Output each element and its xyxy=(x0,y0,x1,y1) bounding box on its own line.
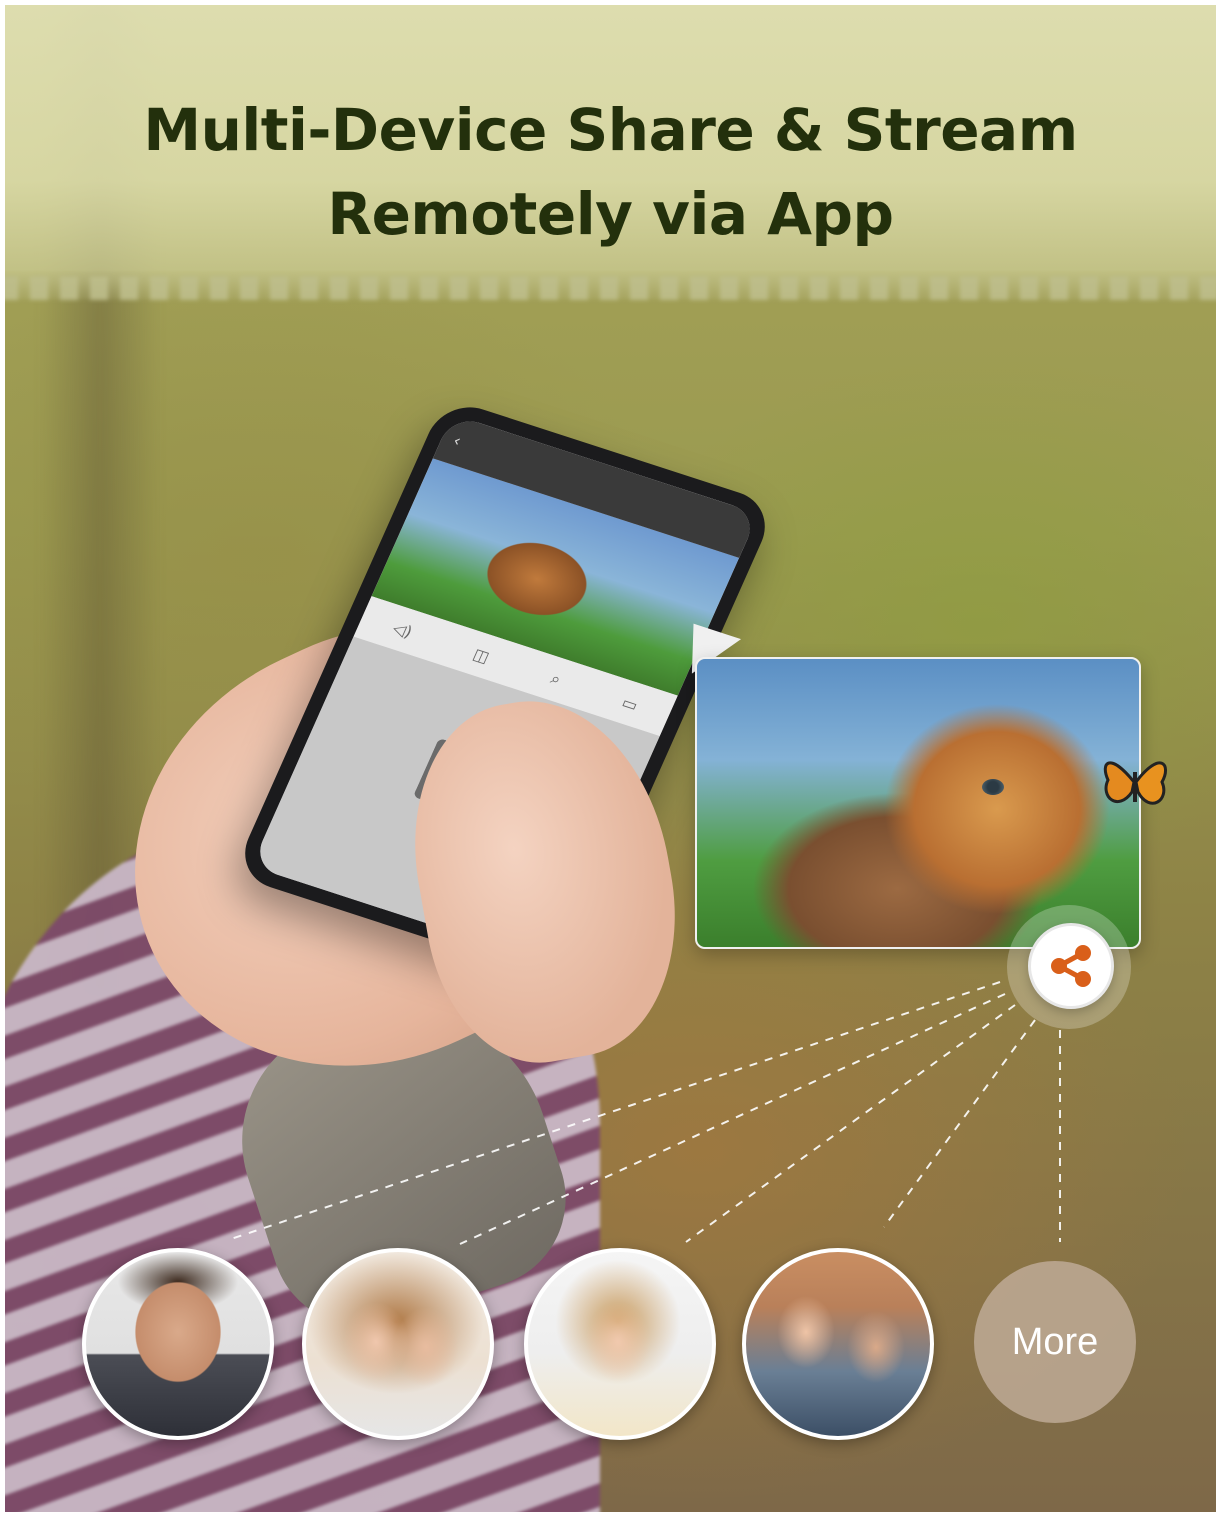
share-button[interactable] xyxy=(1028,923,1114,1009)
share-icon xyxy=(1051,945,1091,987)
more-label: More xyxy=(1011,1320,1099,1363)
hero-image: Multi-Device Share & Stream Remotely via… xyxy=(0,0,1221,1517)
avatar-woman-headphones[interactable] xyxy=(524,1248,716,1440)
avatar-man[interactable] xyxy=(82,1248,274,1440)
avatar-couple[interactable] xyxy=(742,1248,934,1440)
avatar-two-women[interactable] xyxy=(302,1248,494,1440)
more-button[interactable]: More xyxy=(974,1261,1136,1423)
